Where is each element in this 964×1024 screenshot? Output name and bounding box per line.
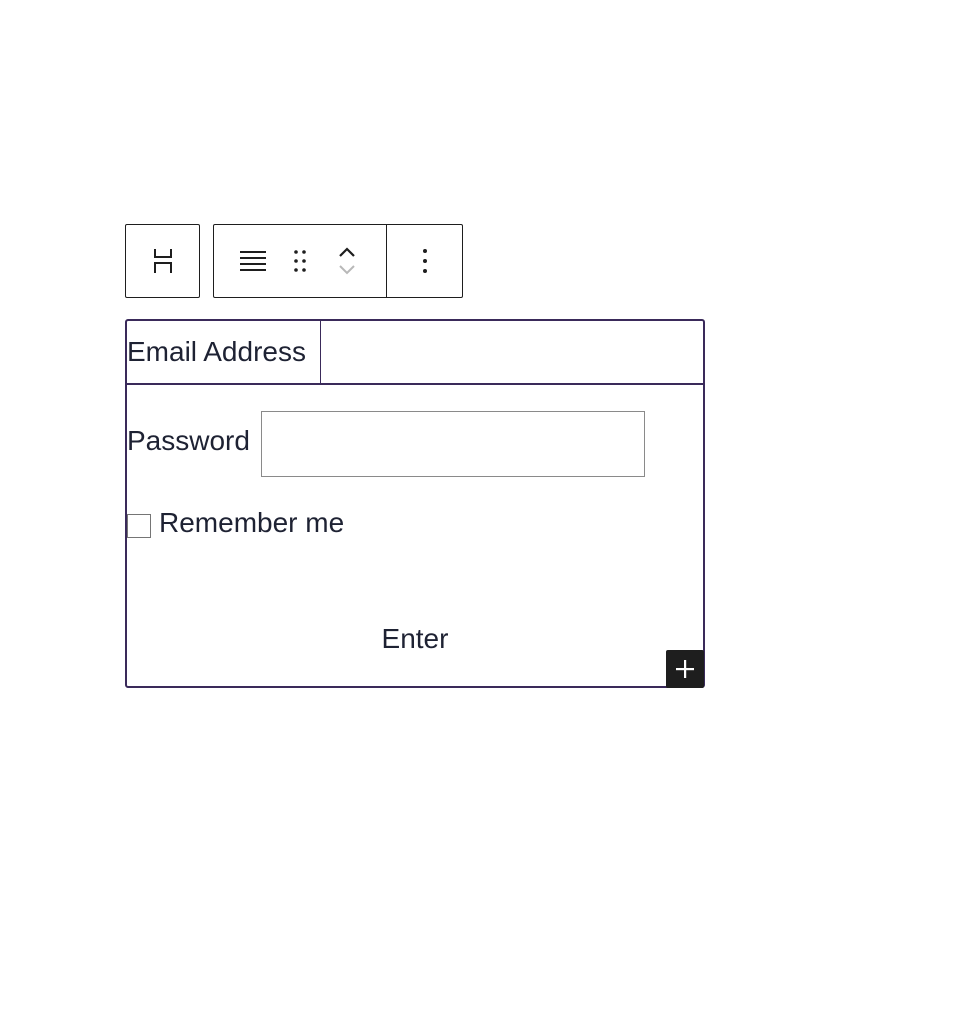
- move-up-button[interactable]: [337, 246, 357, 258]
- more-options-button[interactable]: [387, 225, 462, 297]
- move-down-button[interactable]: [337, 264, 357, 276]
- email-field[interactable]: [321, 321, 703, 383]
- plus-icon: [676, 660, 694, 678]
- remember-me-label[interactable]: Remember me: [159, 507, 344, 539]
- submit-button[interactable]: Enter: [127, 623, 703, 655]
- align-button[interactable]: [214, 225, 292, 297]
- drag-handle-icon: [294, 250, 306, 272]
- editor-canvas: wpultimo: [0, 0, 964, 1024]
- toolbar-parent-group: [125, 224, 200, 298]
- align-justify-icon: [240, 251, 266, 271]
- remember-me-checkbox[interactable]: [127, 514, 151, 538]
- password-label: Password: [127, 425, 250, 456]
- mover-group: [308, 225, 386, 297]
- select-parent-icon: [153, 249, 172, 273]
- login-form-block[interactable]: Email Address Password Remember me Enter: [125, 319, 705, 688]
- block-toolbar: [213, 224, 463, 298]
- add-block-button[interactable]: [666, 650, 704, 688]
- email-row: Email Address: [127, 321, 703, 385]
- select-parent-button[interactable]: [126, 225, 199, 297]
- drag-handle[interactable]: [292, 225, 308, 297]
- email-label: Email Address: [127, 321, 321, 383]
- more-vertical-icon: [422, 249, 427, 273]
- password-field[interactable]: [261, 411, 645, 477]
